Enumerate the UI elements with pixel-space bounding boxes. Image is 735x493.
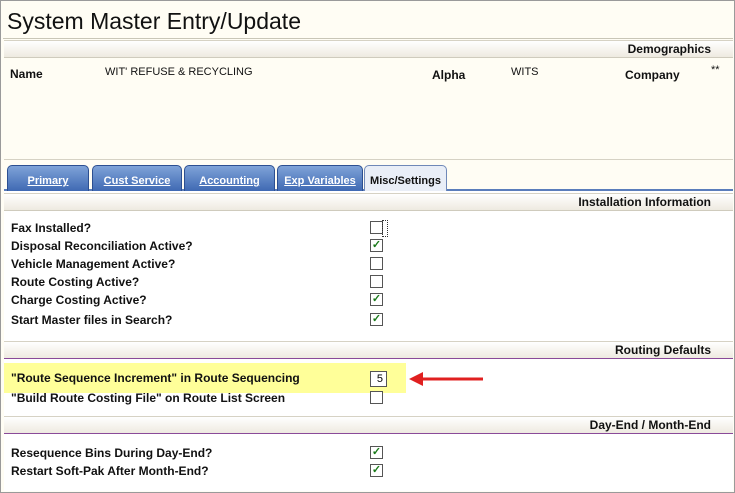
title-divider [3, 38, 733, 39]
charge-costing-label: Charge Costing Active? [11, 293, 147, 307]
build-route-costing-checkbox[interactable] [370, 391, 383, 404]
start-master-search-checkbox[interactable]: ✓ [370, 313, 383, 326]
name-value: WIT' REFUSE & RECYCLING [105, 66, 253, 78]
red-arrow-icon [409, 372, 483, 386]
fax-installed-checkbox[interactable] [370, 220, 388, 237]
charge-costing-checkbox[interactable]: ✓ [370, 293, 383, 306]
tab-cust-service[interactable]: Cust Service [92, 165, 182, 191]
resequence-bins-checkbox[interactable]: ✓ [370, 446, 383, 459]
route-sequence-increment-input[interactable] [370, 371, 387, 387]
demographics-header: Demographics [4, 40, 733, 58]
name-label: Name [10, 67, 43, 81]
vehicle-management-checkbox[interactable] [370, 257, 383, 270]
start-master-search-label: Start Master files in Search? [11, 313, 173, 327]
company-label: Company [625, 68, 680, 82]
resequence-bins-label: Resequence Bins During Day-End? [11, 446, 213, 460]
fax-installed-label: Fax Installed? [11, 221, 92, 235]
build-route-costing-label: "Build Route Costing File" on Route List… [11, 391, 286, 405]
disposal-reconciliation-checkbox[interactable]: ✓ [370, 239, 383, 252]
window-frame: System Master Entry/Update Demographics … [0, 0, 735, 493]
demographics-panel: Name WIT' REFUSE & RECYCLING Alpha WITS … [4, 58, 733, 160]
tab-misc-settings[interactable]: Misc/Settings [364, 165, 447, 192]
installation-header: Installation Information [4, 193, 733, 211]
routing-header: Routing Defaults [4, 341, 733, 359]
company-value: ** [711, 64, 720, 76]
vehicle-management-label: Vehicle Management Active? [11, 257, 176, 271]
route-sequence-increment-label: "Route Sequence Increment" in Route Sequ… [11, 371, 300, 385]
tab-bar: Primary Cust Service Accounting Exp Vari… [4, 164, 733, 192]
dayend-header: Day-End / Month-End [4, 416, 733, 434]
tab-accounting[interactable]: Accounting [184, 165, 275, 191]
alpha-value: WITS [511, 66, 539, 78]
page-title: System Master Entry/Update [7, 8, 301, 34]
route-costing-checkbox[interactable] [370, 275, 383, 288]
restart-soft-pak-checkbox[interactable]: ✓ [370, 464, 383, 477]
restart-soft-pak-label: Restart Soft-Pak After Month-End? [11, 464, 209, 478]
disposal-reconciliation-label: Disposal Reconciliation Active? [11, 239, 193, 253]
tab-primary[interactable]: Primary [7, 165, 89, 191]
alpha-label: Alpha [432, 68, 466, 82]
tab-exp-variables[interactable]: Exp Variables [277, 165, 363, 191]
route-costing-label: Route Costing Active? [11, 275, 140, 289]
